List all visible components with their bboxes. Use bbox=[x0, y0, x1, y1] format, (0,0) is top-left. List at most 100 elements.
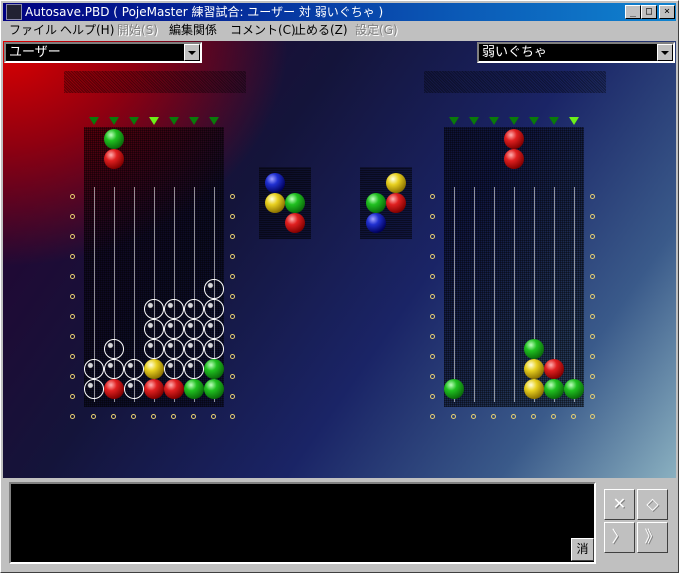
frame-dot bbox=[230, 294, 235, 299]
frame-dot bbox=[70, 274, 75, 279]
frame-dot bbox=[230, 354, 235, 359]
ojama-puyo bbox=[184, 339, 204, 359]
frame-dot bbox=[590, 294, 595, 299]
frame-dot bbox=[70, 394, 75, 399]
puyo bbox=[544, 359, 564, 379]
ojama-puyo bbox=[84, 359, 104, 379]
drop-arrow-icon bbox=[489, 117, 499, 125]
frame-dot bbox=[430, 274, 435, 279]
frame-dot bbox=[590, 254, 595, 259]
frame-dot bbox=[230, 254, 235, 259]
ojama-puyo bbox=[124, 379, 144, 399]
right-player-select[interactable]: 弱いぐちゃ bbox=[477, 42, 675, 63]
left-score-bar bbox=[64, 71, 246, 93]
cancel-button[interactable]: ✕ bbox=[604, 489, 635, 520]
frame-dot bbox=[230, 214, 235, 219]
puyo bbox=[564, 379, 584, 399]
chevron-down-icon[interactable] bbox=[184, 44, 200, 61]
next-puyo bbox=[285, 213, 305, 233]
left-next-piece bbox=[259, 167, 311, 239]
puyo bbox=[524, 339, 544, 359]
app-icon bbox=[6, 4, 22, 20]
frame-dot bbox=[230, 314, 235, 319]
minimize-button[interactable]: _ bbox=[625, 5, 641, 19]
frame-dot bbox=[191, 414, 196, 419]
maximize-button[interactable]: □ bbox=[641, 5, 657, 19]
puyo bbox=[104, 379, 124, 399]
puyo bbox=[444, 379, 464, 399]
frame-dot bbox=[171, 414, 176, 419]
frame-dot bbox=[70, 354, 75, 359]
next-puyo bbox=[265, 193, 285, 213]
ojama-puyo bbox=[204, 339, 224, 359]
game-area: ユーザー 弱いぐちゃ bbox=[3, 41, 676, 478]
column-guide bbox=[514, 187, 515, 402]
frame-dot bbox=[70, 314, 75, 319]
drop-arrow-icon bbox=[549, 117, 559, 125]
menu-start[interactable]: 開始(S) bbox=[117, 21, 158, 40]
drop-arrow-icon bbox=[209, 117, 219, 125]
frame-dot bbox=[590, 334, 595, 339]
menu-bar: ファイル ヘルプ(H) 開始(S) 編集関係 コメント(C) 止める(Z) 設定… bbox=[3, 21, 676, 40]
chevron-down-icon[interactable] bbox=[657, 44, 673, 61]
menu-settings[interactable]: 設定(G) bbox=[355, 21, 398, 40]
clear-button[interactable]: 消 bbox=[571, 538, 594, 561]
frame-dot bbox=[230, 374, 235, 379]
frame-dot bbox=[451, 414, 456, 419]
menu-stop[interactable]: 止める(Z) bbox=[294, 21, 348, 40]
frame-dot bbox=[430, 414, 435, 419]
column-guide bbox=[494, 187, 495, 402]
frame-dot bbox=[230, 274, 235, 279]
menu-edit[interactable]: 編集関係 bbox=[169, 21, 217, 40]
puyo bbox=[204, 359, 224, 379]
frame-dot bbox=[430, 394, 435, 399]
ojama-puyo bbox=[104, 359, 124, 379]
frame-dot bbox=[590, 214, 595, 219]
frame-dot bbox=[590, 414, 595, 419]
drop-arrow-icon bbox=[569, 117, 579, 125]
left-player-select[interactable]: ユーザー bbox=[4, 42, 202, 63]
frame-dot bbox=[590, 374, 595, 379]
frame-dot bbox=[230, 414, 235, 419]
ojama-puyo bbox=[164, 299, 184, 319]
ojama-puyo bbox=[144, 339, 164, 359]
frame-dot bbox=[571, 414, 576, 419]
drop-arrow-icon bbox=[109, 117, 119, 125]
frame-dot bbox=[70, 194, 75, 199]
title-bar[interactable]: Autosave.PBD ( PojeMaster 練習試合: ユーザー 対 弱… bbox=[3, 3, 676, 21]
app-window: Autosave.PBD ( PojeMaster 練習試合: ユーザー 対 弱… bbox=[0, 0, 679, 573]
step-button[interactable]: 〉 bbox=[604, 522, 635, 553]
frame-dot bbox=[590, 274, 595, 279]
frame-dot bbox=[430, 374, 435, 379]
menu-file[interactable]: ファイル bbox=[9, 21, 57, 40]
next-puyo bbox=[386, 173, 406, 193]
falling-puyo bbox=[504, 149, 524, 169]
frame-dot bbox=[211, 414, 216, 419]
frame-dot bbox=[70, 294, 75, 299]
ojama-puyo bbox=[184, 299, 204, 319]
next-puyo bbox=[265, 173, 285, 193]
frame-dot bbox=[430, 194, 435, 199]
menu-help[interactable]: ヘルプ(H) bbox=[60, 21, 114, 40]
frame-dot bbox=[111, 414, 116, 419]
diamond-button[interactable]: ◇ bbox=[637, 489, 668, 520]
drop-arrow-icon bbox=[149, 117, 159, 125]
puyo bbox=[184, 379, 204, 399]
frame-dot bbox=[590, 234, 595, 239]
ojama-puyo bbox=[164, 339, 184, 359]
next-puyo bbox=[366, 213, 386, 233]
close-button[interactable]: × bbox=[659, 5, 675, 19]
fast-forward-button[interactable]: 》 bbox=[637, 522, 668, 553]
menu-comment[interactable]: コメント(C) bbox=[230, 21, 296, 40]
frame-dot bbox=[551, 414, 556, 419]
comment-console[interactable] bbox=[9, 482, 596, 564]
ojama-puyo bbox=[164, 359, 184, 379]
ojama-puyo bbox=[204, 319, 224, 339]
frame-dot bbox=[430, 354, 435, 359]
drop-arrow-icon bbox=[169, 117, 179, 125]
window-title: Autosave.PBD ( PojeMaster 練習試合: ユーザー 対 弱… bbox=[25, 5, 384, 19]
column-guide bbox=[474, 187, 475, 402]
falling-puyo bbox=[104, 149, 124, 169]
frame-dot bbox=[230, 194, 235, 199]
frame-dot bbox=[511, 414, 516, 419]
